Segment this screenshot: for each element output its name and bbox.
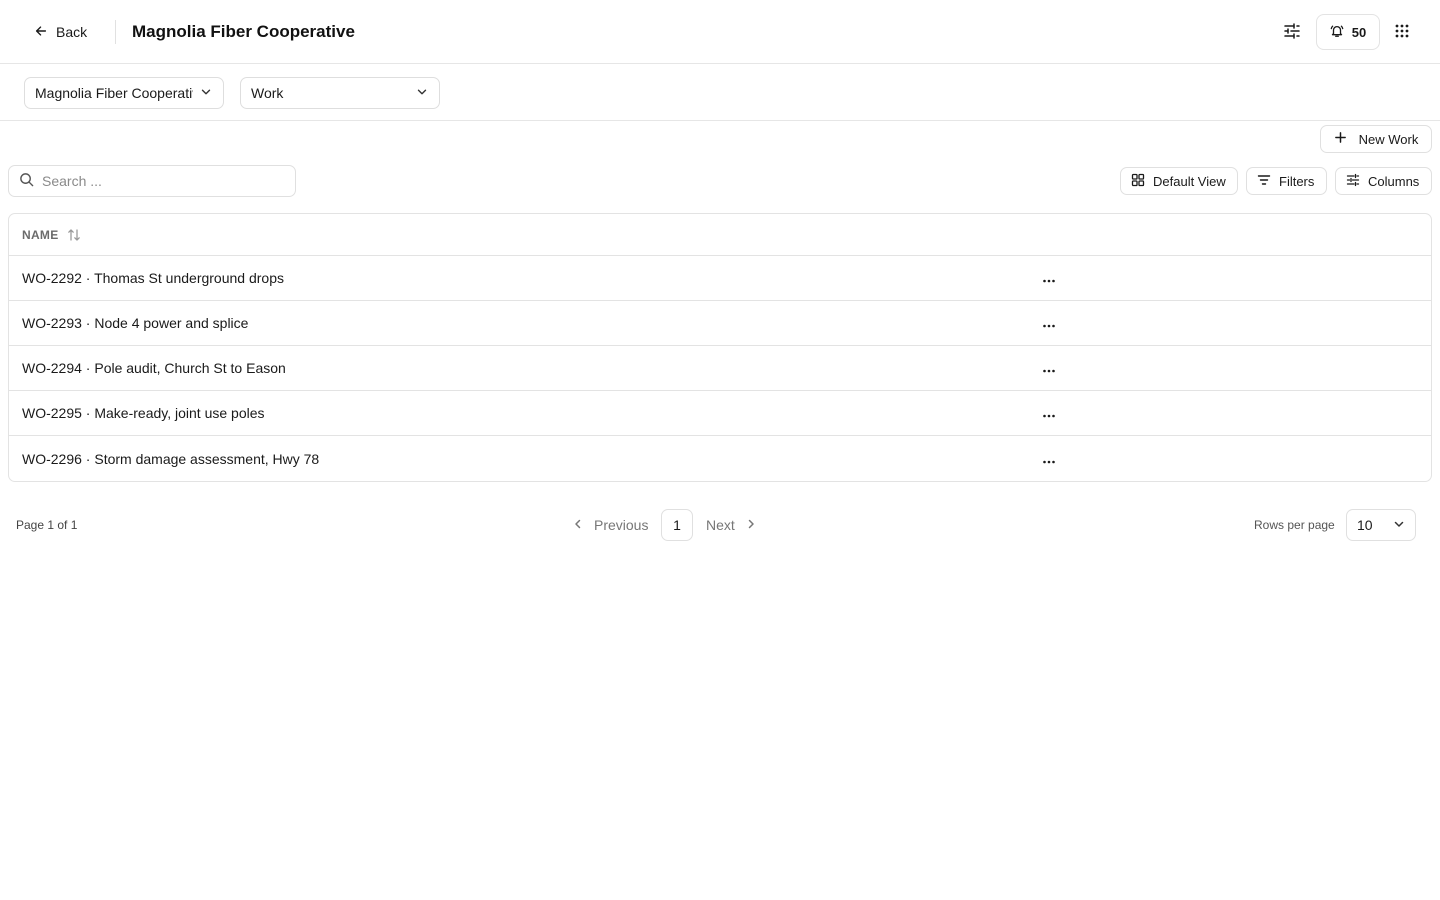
previous-page-button[interactable]: Previous bbox=[566, 510, 654, 540]
more-horizontal-icon bbox=[1042, 451, 1056, 467]
work-order-name[interactable]: WO-2295 · Make-ready, joint use poles bbox=[22, 405, 265, 421]
work-order-name[interactable]: WO-2293 · Node 4 power and splice bbox=[22, 315, 248, 331]
default-view-label: Default View bbox=[1153, 173, 1226, 189]
apps-grid-icon bbox=[1394, 23, 1410, 42]
rows-per-page-value: 10 bbox=[1357, 517, 1373, 533]
search-field[interactable] bbox=[8, 165, 296, 197]
record-type-select[interactable]: Work bbox=[240, 77, 440, 109]
sort-icon[interactable] bbox=[67, 228, 81, 242]
page-info: Page 1 of 1 bbox=[16, 518, 78, 532]
new-work-label: New Work bbox=[1358, 131, 1419, 147]
page-title: Magnolia Fiber Cooperative bbox=[132, 22, 355, 41]
columns-button[interactable]: Columns bbox=[1335, 167, 1432, 195]
filter-icon bbox=[1257, 173, 1271, 190]
settings-sliders-button[interactable] bbox=[1276, 16, 1308, 48]
chevron-left-icon bbox=[572, 517, 584, 533]
sliders-icon bbox=[1346, 173, 1360, 190]
table-row[interactable]: WO-2293 · Node 4 power and splice bbox=[9, 301, 1431, 346]
top-bar: Back Magnolia Fiber Cooperative 50 bbox=[0, 0, 1440, 64]
back-button[interactable]: Back bbox=[24, 16, 97, 48]
chevron-down-icon bbox=[193, 85, 213, 102]
columns-label: Columns bbox=[1368, 173, 1420, 189]
selector-bar: Magnolia Fiber Cooperative Work bbox=[0, 64, 1440, 121]
search-icon bbox=[19, 172, 34, 190]
table-row[interactable]: WO-2296 · Storm damage assessment, Hwy 7… bbox=[9, 436, 1431, 481]
filters-label: Filters bbox=[1279, 173, 1315, 189]
work-order-name[interactable]: WO-2292 · Thomas St underground drops bbox=[22, 270, 284, 286]
more-horizontal-icon bbox=[1042, 360, 1056, 376]
header-divider bbox=[115, 20, 116, 44]
name-column-header[interactable]: NAME bbox=[22, 228, 59, 242]
bell-icon bbox=[1330, 24, 1344, 41]
new-work-button[interactable]: New Work bbox=[1320, 125, 1432, 153]
chevron-right-icon bbox=[745, 517, 757, 533]
next-page-button[interactable]: Next bbox=[700, 510, 763, 540]
apps-menu-button[interactable] bbox=[1388, 16, 1416, 48]
row-actions-button[interactable] bbox=[1037, 447, 1061, 471]
table-row[interactable]: WO-2292 · Thomas St underground drops bbox=[9, 256, 1431, 301]
search-input[interactable] bbox=[42, 173, 285, 189]
more-horizontal-icon bbox=[1042, 270, 1056, 286]
table-header: NAME bbox=[9, 214, 1431, 256]
row-actions-button[interactable] bbox=[1037, 356, 1061, 380]
row-actions-button[interactable] bbox=[1037, 401, 1061, 425]
back-label: Back bbox=[56, 24, 88, 40]
page-number-button[interactable]: 1 bbox=[661, 509, 693, 541]
more-horizontal-icon bbox=[1042, 405, 1056, 421]
more-horizontal-icon bbox=[1042, 315, 1056, 331]
table-row[interactable]: WO-2294 · Pole audit, Church St to Eason bbox=[9, 346, 1431, 391]
chevron-down-icon bbox=[1393, 517, 1405, 533]
next-label: Next bbox=[706, 517, 735, 533]
previous-label: Previous bbox=[594, 517, 649, 533]
work-table: NAME WO-2292 · Thomas St underground dro… bbox=[8, 213, 1432, 482]
table-body: WO-2292 · Thomas St underground drops WO-… bbox=[9, 256, 1431, 481]
notifications-button[interactable]: 50 bbox=[1316, 14, 1380, 50]
plus-icon bbox=[1334, 131, 1347, 147]
default-view-button[interactable]: Default View bbox=[1120, 167, 1238, 195]
row-actions-button[interactable] bbox=[1037, 311, 1061, 335]
record-type-select-value: Work bbox=[251, 85, 284, 101]
organization-select[interactable]: Magnolia Fiber Cooperative bbox=[24, 77, 224, 109]
organization-select-value: Magnolia Fiber Cooperative bbox=[35, 85, 193, 101]
work-order-name[interactable]: WO-2296 · Storm damage assessment, Hwy 7… bbox=[22, 451, 319, 467]
grid-view-icon bbox=[1131, 173, 1145, 190]
filters-button[interactable]: Filters bbox=[1246, 167, 1327, 195]
row-actions-button[interactable] bbox=[1037, 266, 1061, 290]
sliders-icon bbox=[1283, 22, 1301, 43]
chevron-down-icon bbox=[409, 85, 429, 102]
table-row[interactable]: WO-2295 · Make-ready, joint use poles bbox=[9, 391, 1431, 436]
notification-count: 50 bbox=[1351, 24, 1367, 40]
arrow-left-icon bbox=[34, 24, 48, 41]
rows-per-page-select[interactable]: 10 bbox=[1346, 509, 1416, 541]
rows-per-page-label: Rows per page bbox=[1254, 518, 1335, 532]
work-order-name[interactable]: WO-2294 · Pole audit, Church St to Eason bbox=[22, 360, 286, 376]
